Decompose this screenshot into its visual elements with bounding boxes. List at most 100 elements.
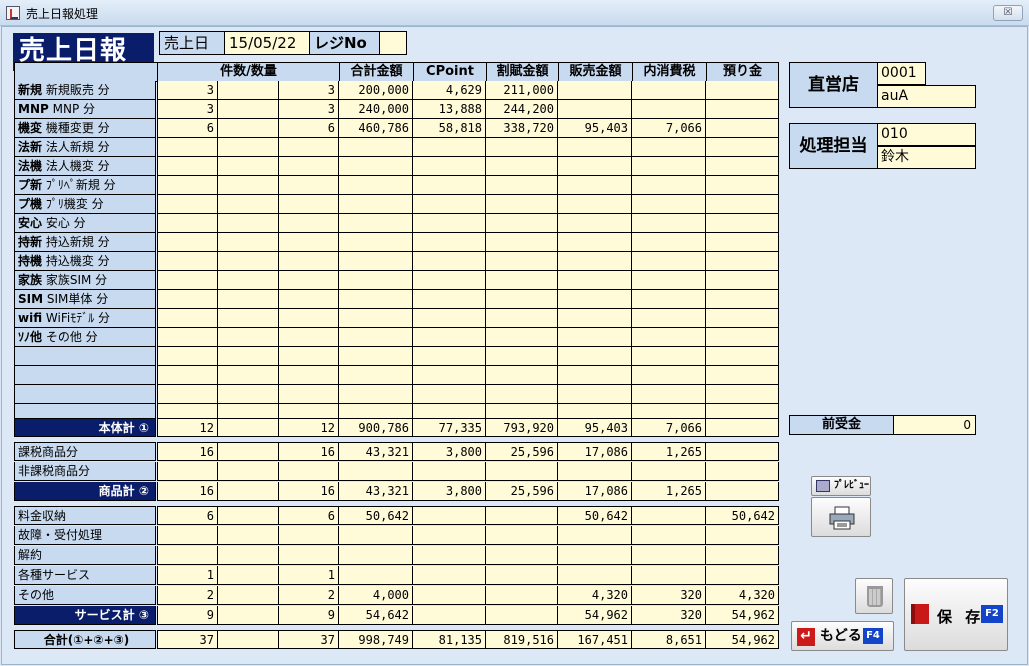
section1-row-sales[interactable] — [558, 347, 632, 366]
section3-row-tax[interactable] — [632, 546, 706, 565]
section1-row-deposit[interactable] — [706, 366, 779, 385]
grand-total-row-c1[interactable]: 37 — [157, 630, 218, 649]
section1-row-total[interactable]: 200,000 — [339, 81, 413, 100]
preview-button[interactable]: ﾌﾟﾚﾋﾞｭｰ — [811, 476, 871, 496]
grand-total-row-cpoint[interactable]: 81,135 — [413, 630, 486, 649]
section3-row-deposit[interactable]: 4,320 — [706, 586, 779, 605]
section1-row-total[interactable] — [339, 347, 413, 366]
section3-row-installment[interactable] — [486, 566, 558, 585]
section1-row-tax[interactable] — [632, 271, 706, 290]
section1-row-deposit[interactable] — [706, 252, 779, 271]
section1-row-installment[interactable]: 211,000 — [486, 81, 558, 100]
section1-row-installment[interactable]: 338,720 — [486, 119, 558, 138]
section1-row-total[interactable] — [339, 195, 413, 214]
section1-row-installment[interactable]: 244,200 — [486, 100, 558, 119]
section1-row-cpoint[interactable] — [413, 385, 486, 404]
grand-total-row-sales[interactable]: 167,451 — [558, 630, 632, 649]
section3-row-c2[interactable] — [218, 506, 279, 525]
section1-row-sales[interactable] — [558, 176, 632, 195]
section1-row-cpoint[interactable] — [413, 157, 486, 176]
section1-row-c1[interactable] — [157, 309, 218, 328]
section3-row-sales[interactable] — [558, 546, 632, 565]
section1-row-deposit[interactable] — [706, 195, 779, 214]
section3-row-sales[interactable]: 50,642 — [558, 506, 632, 525]
section1-row-c2[interactable] — [218, 309, 279, 328]
section1-row-tax[interactable] — [632, 233, 706, 252]
section1-row-total[interactable] — [339, 157, 413, 176]
section1-row-deposit[interactable] — [706, 271, 779, 290]
section2-row-total[interactable] — [339, 462, 413, 481]
section1-row-deposit[interactable] — [706, 385, 779, 404]
section3-row-c1[interactable] — [157, 526, 218, 545]
section2-row-sales[interactable] — [558, 462, 632, 481]
section1-row-sales[interactable] — [558, 366, 632, 385]
section1-row-deposit[interactable] — [706, 347, 779, 366]
section1-row-c1[interactable]: 3 — [157, 81, 218, 100]
section1-row-tax[interactable] — [632, 214, 706, 233]
section3-row-deposit[interactable] — [706, 566, 779, 585]
section3-row-c1[interactable]: 1 — [157, 566, 218, 585]
section1-row-total[interactable] — [339, 309, 413, 328]
section3-row-cpoint[interactable] — [413, 546, 486, 565]
section1-row-cpoint[interactable] — [413, 309, 486, 328]
section1-row-c3[interactable] — [279, 157, 339, 176]
section1-row-total[interactable] — [339, 328, 413, 347]
section3-row-c3[interactable] — [279, 526, 339, 545]
section3-row-c2[interactable] — [218, 546, 279, 565]
grand-total-row-c2[interactable] — [218, 630, 279, 649]
section1-row-c1[interactable] — [157, 328, 218, 347]
date-field[interactable]: 15/05/22 — [224, 31, 310, 55]
section1-row-c1[interactable] — [157, 385, 218, 404]
staff-code-field[interactable]: 010 — [877, 123, 976, 146]
section2-row-c1[interactable]: 16 — [157, 442, 218, 461]
section1-row-cpoint[interactable] — [413, 176, 486, 195]
section1-row-c1[interactable] — [157, 157, 218, 176]
section3-row-cpoint[interactable] — [413, 566, 486, 585]
section1-row-tax[interactable] — [632, 290, 706, 309]
section3-row-installment[interactable] — [486, 546, 558, 565]
section3-row-c3[interactable] — [279, 546, 339, 565]
section3-row-tax[interactable]: 320 — [632, 586, 706, 605]
section1-row-installment[interactable] — [486, 214, 558, 233]
delete-button[interactable] — [855, 578, 893, 614]
section1-row-deposit[interactable] — [706, 290, 779, 309]
section1-row-sales[interactable] — [558, 81, 632, 100]
section1-row-sales[interactable] — [558, 100, 632, 119]
section1-row-c2[interactable] — [218, 81, 279, 100]
section1-row-c1[interactable] — [157, 176, 218, 195]
section1-row-c2[interactable] — [218, 176, 279, 195]
section3-row-c3[interactable]: 6 — [279, 506, 339, 525]
section1-row-sales[interactable] — [558, 328, 632, 347]
section1-row-sales[interactable] — [558, 385, 632, 404]
section1-row-installment[interactable] — [486, 233, 558, 252]
section1-row-deposit[interactable] — [706, 328, 779, 347]
section3-row-c1[interactable]: 6 — [157, 506, 218, 525]
section2-row-total[interactable]: 43,321 — [339, 442, 413, 461]
section1-row-sales[interactable] — [558, 290, 632, 309]
section1-row-tax[interactable] — [632, 366, 706, 385]
section1-row-c3[interactable]: 3 — [279, 100, 339, 119]
grand-total-row-deposit[interactable]: 54,962 — [706, 630, 779, 649]
staff-name-field[interactable]: 鈴木 — [877, 146, 976, 169]
section1-row-tax[interactable] — [632, 100, 706, 119]
section1-row-c1[interactable] — [157, 366, 218, 385]
save-button[interactable]: 保 存 F2 — [904, 578, 1008, 651]
section3-row-sales[interactable] — [558, 566, 632, 585]
section1-row-deposit[interactable] — [706, 309, 779, 328]
grand-total-row-total[interactable]: 998,749 — [339, 630, 413, 649]
section1-row-c3[interactable] — [279, 290, 339, 309]
section2-row-installment[interactable]: 25,596 — [486, 442, 558, 461]
section1-row-cpoint[interactable] — [413, 366, 486, 385]
grand-total-row-c3[interactable]: 37 — [279, 630, 339, 649]
section1-row-installment[interactable] — [486, 366, 558, 385]
section1-row-total[interactable]: 240,000 — [339, 100, 413, 119]
section1-row-total[interactable] — [339, 290, 413, 309]
section1-row-deposit[interactable] — [706, 100, 779, 119]
section3-row-c2[interactable] — [218, 526, 279, 545]
section1-row-c1[interactable]: 6 — [157, 119, 218, 138]
section1-row-c2[interactable] — [218, 347, 279, 366]
section1-row-c2[interactable] — [218, 138, 279, 157]
section1-row-installment[interactable] — [486, 290, 558, 309]
section1-row-installment[interactable] — [486, 271, 558, 290]
section1-row-sales[interactable] — [558, 252, 632, 271]
